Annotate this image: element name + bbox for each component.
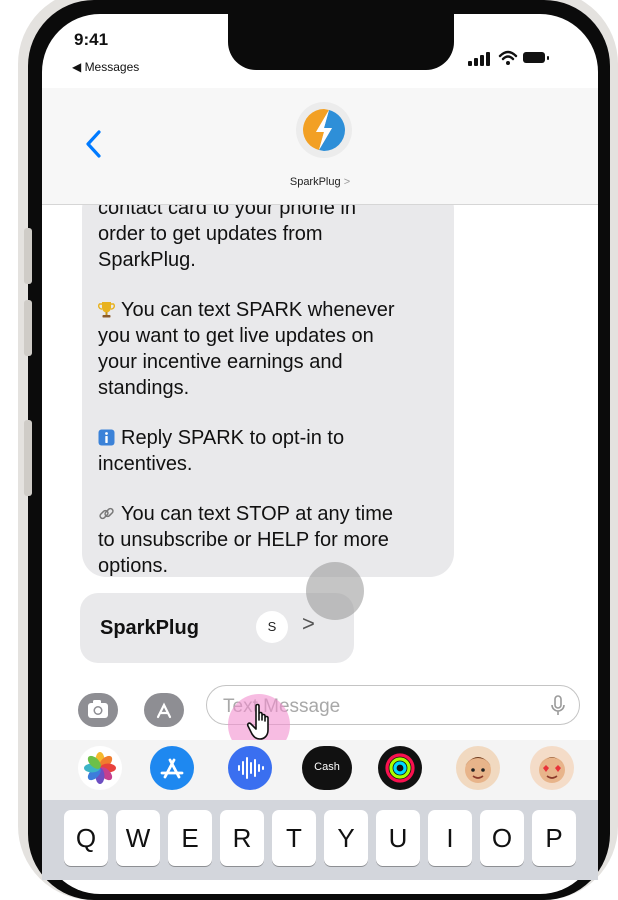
app-store-icon	[156, 702, 172, 719]
back-chevron-icon[interactable]	[82, 128, 106, 160]
key-t[interactable]: T	[272, 810, 316, 866]
camera-icon	[88, 700, 108, 718]
signal-bar	[474, 58, 478, 66]
memoji-button[interactable]	[456, 746, 500, 790]
signal-bar	[486, 52, 490, 66]
app-store-icon	[160, 758, 184, 779]
contact-avatar[interactable]	[296, 102, 352, 158]
contact-card-name: SparkPlug	[100, 617, 199, 639]
contact-name: SparkPlug	[289, 176, 341, 188]
key-u[interactable]: U	[376, 810, 420, 866]
compose-bar: Text Message	[42, 683, 598, 739]
message-text: You can text SPARK whenever	[121, 299, 395, 321]
message-text: You can text STOP at any time	[121, 503, 394, 525]
battery-tip	[547, 56, 549, 60]
message-line: standings.	[98, 377, 190, 399]
key-o[interactable]: O	[480, 810, 524, 866]
audio-icon	[238, 757, 264, 779]
key-y[interactable]: Y	[324, 810, 368, 866]
signal-icon	[468, 61, 472, 66]
microphone-icon[interactable]	[549, 694, 567, 718]
status-icons	[468, 50, 558, 66]
photos-icon	[84, 752, 116, 784]
message-line: SparkPlug.	[98, 249, 196, 271]
contact-chevron-icon: >	[343, 176, 351, 188]
key-p[interactable]: P	[532, 810, 576, 866]
app-drawer: Cash	[42, 740, 598, 800]
key-r[interactable]: R	[220, 810, 264, 866]
keyboard: Q W E R T Y U I O P	[42, 800, 598, 880]
message-line: your incentive earnings and	[98, 351, 343, 373]
conversation-header: SparkPlug >	[42, 88, 598, 205]
wifi-icon	[498, 50, 518, 65]
chevron-right-icon: >	[302, 611, 315, 636]
info-icon	[98, 429, 115, 446]
message-line-with-icon: You can text SPARK whenever	[98, 299, 395, 322]
notch	[228, 14, 454, 70]
incoming-message-bubble: contact card to your phone in order to g…	[82, 205, 454, 577]
side-button	[24, 420, 32, 496]
signal-bar	[480, 55, 484, 66]
message-line: options.	[98, 555, 169, 577]
message-line: incentives.	[98, 453, 193, 475]
fitness-icon	[385, 753, 415, 783]
apple-cash-icon: Cash	[314, 761, 340, 773]
contact-name-label[interactable]: SparkPlug >	[42, 176, 598, 188]
message-line: to unsubscribe or HELP for more	[98, 529, 389, 551]
link-icon	[99, 507, 114, 520]
message-line-with-icon: You can text STOP at any time	[98, 503, 393, 526]
back-to-messages-link[interactable]: ◀ Messages	[72, 60, 139, 74]
fitness-button[interactable]	[378, 746, 422, 790]
apps-button[interactable]	[144, 693, 184, 727]
message-line-with-icon: Reply SPARK to opt-in to	[98, 427, 344, 450]
message-line: order to get updates from	[98, 223, 323, 245]
message-line: you want to get live updates on	[98, 325, 374, 347]
trophy-icon	[98, 302, 115, 318]
photos-app-button[interactable]	[78, 746, 122, 790]
volume-up-button	[24, 228, 32, 284]
sparkplug-logo-icon	[303, 109, 345, 151]
battery-icon	[523, 52, 545, 63]
touch-indicator	[306, 562, 364, 620]
contact-card-initial: S	[256, 611, 288, 643]
apple-cash-button[interactable]: Cash	[302, 746, 352, 790]
status-time: 9:41	[74, 30, 109, 49]
message-line: contact card to your phone in	[98, 205, 356, 219]
key-i[interactable]: I	[428, 810, 472, 866]
memoji-icon	[465, 757, 491, 783]
key-w[interactable]: W	[116, 810, 160, 866]
key-q[interactable]: Q	[64, 810, 108, 866]
audio-message-button[interactable]	[228, 746, 272, 790]
key-e[interactable]: E	[168, 810, 212, 866]
app-store-button[interactable]	[150, 746, 194, 790]
memoji-heart-icon	[539, 757, 565, 783]
message-text: Reply SPARK to opt-in to	[121, 427, 345, 449]
memoji-sticker-button[interactable]	[530, 746, 574, 790]
hand-pointer-icon	[246, 703, 269, 740]
camera-button[interactable]	[78, 693, 118, 727]
volume-down-button	[24, 300, 32, 356]
